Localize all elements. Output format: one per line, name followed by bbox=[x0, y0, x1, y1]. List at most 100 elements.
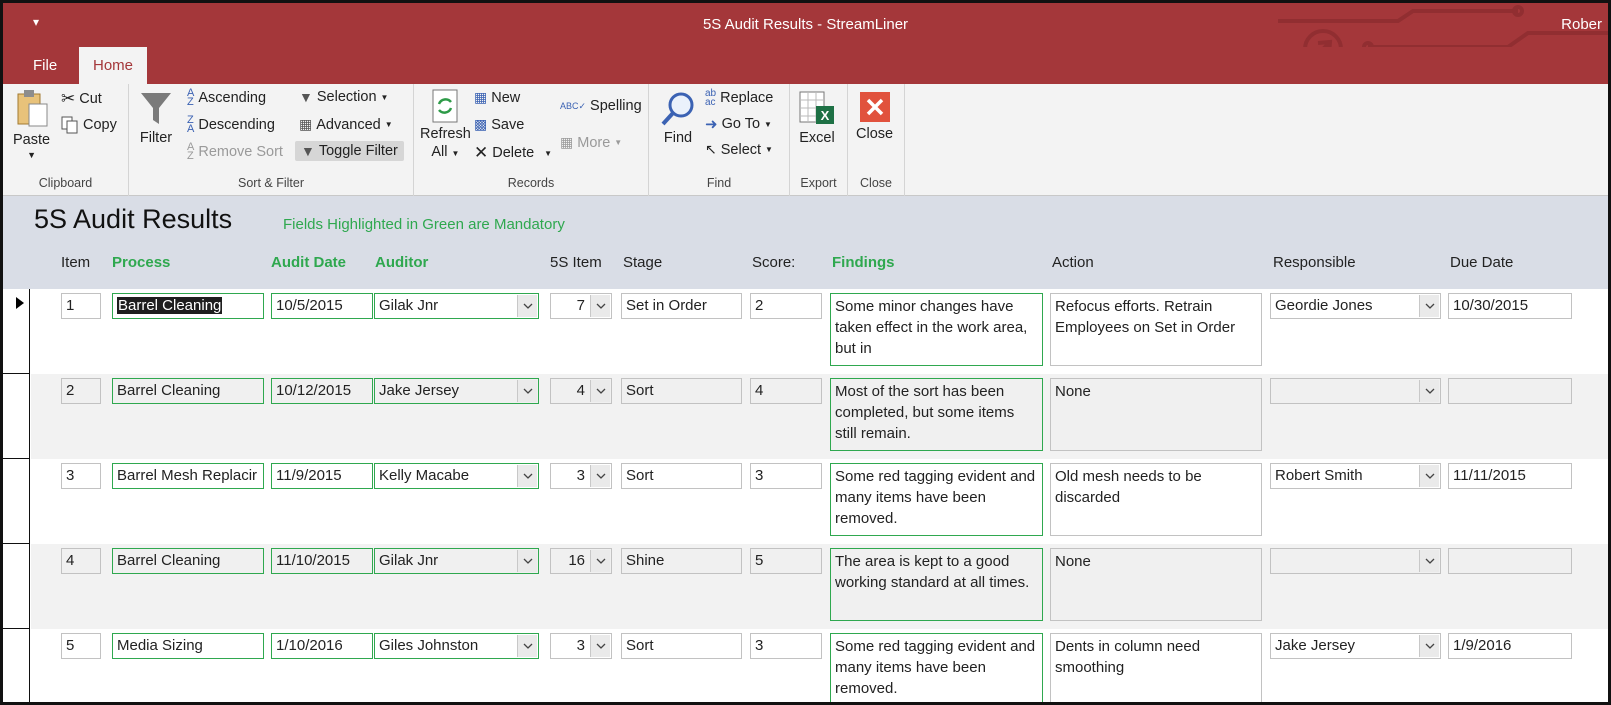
5s-item-combo[interactable]: 16 bbox=[550, 548, 612, 574]
record-selector[interactable] bbox=[3, 459, 30, 544]
responsible-combo[interactable]: Robert Smith bbox=[1270, 463, 1441, 489]
record-selector[interactable] bbox=[3, 374, 30, 459]
due-date-field[interactable] bbox=[1448, 548, 1572, 574]
auditor-combo[interactable]: Giles Johnston bbox=[374, 633, 539, 659]
new-record-button[interactable]: ▦ New bbox=[474, 89, 520, 106]
score-field[interactable]: 3 bbox=[750, 633, 822, 659]
due-date-field[interactable]: 1/9/2016 bbox=[1448, 633, 1572, 659]
responsible-dropdown-button[interactable] bbox=[1419, 295, 1439, 317]
audit-date-field[interactable]: 10/5/2015 bbox=[271, 293, 373, 319]
auditor-dropdown-button[interactable] bbox=[517, 465, 537, 487]
5s-item-combo[interactable]: 3 bbox=[550, 633, 612, 659]
process-field[interactable]: Media Sizing bbox=[112, 633, 264, 659]
replace-button[interactable]: ab ac Replace bbox=[705, 89, 773, 108]
selection-button[interactable]: ▼ Selection ▼ bbox=[299, 89, 388, 105]
audit-date-field[interactable]: 11/9/2015 bbox=[271, 463, 373, 489]
more-button[interactable]: ▦ More ▼ bbox=[560, 134, 622, 151]
findings-field[interactable]: The area is kept to a good working stand… bbox=[830, 548, 1043, 621]
auditor-dropdown-button[interactable] bbox=[517, 635, 537, 657]
toggle-filter-button[interactable]: ▼ Toggle Filter bbox=[295, 141, 404, 161]
paste-button[interactable]: Paste ▼ bbox=[13, 88, 50, 160]
due-date-field[interactable]: 10/30/2015 bbox=[1448, 293, 1572, 319]
item-field[interactable]: 4 bbox=[61, 548, 101, 574]
action-field[interactable]: Dents in column need smoothing bbox=[1050, 633, 1262, 702]
advanced-button[interactable]: ▦ Advanced ▼ bbox=[299, 116, 393, 133]
audit-date-field[interactable]: 1/10/2016 bbox=[271, 633, 373, 659]
5s-item-dropdown-button[interactable] bbox=[590, 550, 610, 572]
5s-item-dropdown-button[interactable] bbox=[590, 635, 610, 657]
record-selector[interactable] bbox=[3, 544, 30, 629]
score-field[interactable]: 5 bbox=[750, 548, 822, 574]
action-field[interactable]: Old mesh needs to be discarded bbox=[1050, 463, 1262, 536]
item-field[interactable]: 3 bbox=[61, 463, 101, 489]
spelling-button[interactable]: ABC✓ Spelling bbox=[560, 98, 642, 114]
select-button[interactable]: ↖ Select ▼ bbox=[705, 141, 773, 158]
excel-export-button[interactable]: X Excel bbox=[798, 90, 836, 146]
findings-field[interactable]: Most of the sort has been completed, but… bbox=[830, 378, 1043, 451]
findings-field[interactable]: Some red tagging evident and many items … bbox=[830, 633, 1043, 702]
find-button[interactable]: Find bbox=[659, 90, 697, 146]
cut-button[interactable]: ✂ Cut bbox=[61, 89, 102, 109]
5s-item-combo[interactable]: 4 bbox=[550, 378, 612, 404]
filter-button[interactable]: Filter bbox=[139, 90, 173, 146]
ascending-button[interactable]: AZ Ascending bbox=[187, 88, 266, 108]
descending-button[interactable]: ZA Descending bbox=[187, 115, 275, 135]
process-field[interactable]: Barrel Cleaning bbox=[112, 293, 264, 319]
save-button[interactable]: ▩ Save bbox=[474, 116, 524, 133]
auditor-dropdown-button[interactable] bbox=[517, 380, 537, 402]
due-date-field[interactable] bbox=[1448, 378, 1572, 404]
auditor-combo[interactable]: Gilak Jnr bbox=[374, 293, 539, 319]
responsible-combo[interactable] bbox=[1270, 548, 1441, 574]
stage-field[interactable]: Sort bbox=[621, 378, 742, 404]
5s-item-dropdown-button[interactable] bbox=[590, 295, 610, 317]
5s-item-combo[interactable]: 7 bbox=[550, 293, 612, 319]
score-field[interactable]: 2 bbox=[750, 293, 822, 319]
responsible-dropdown-button[interactable] bbox=[1419, 465, 1439, 487]
audit-date-field[interactable]: 10/12/2015 bbox=[271, 378, 373, 404]
copy-button[interactable]: Copy bbox=[61, 116, 117, 134]
responsible-dropdown-button[interactable] bbox=[1419, 380, 1439, 402]
record-selector[interactable] bbox=[3, 629, 30, 702]
close-button[interactable]: Close bbox=[856, 90, 893, 142]
responsible-combo[interactable]: Jake Jersey bbox=[1270, 633, 1441, 659]
tab-home[interactable]: Home bbox=[79, 47, 148, 84]
action-field[interactable]: Refocus efforts. Retrain Employees on Se… bbox=[1050, 293, 1262, 366]
item-field[interactable]: 1 bbox=[61, 293, 101, 319]
auditor-combo[interactable]: Jake Jersey bbox=[374, 378, 539, 404]
record-selector[interactable] bbox=[3, 289, 30, 374]
process-field[interactable]: Barrel Cleaning bbox=[112, 548, 264, 574]
responsible-combo[interactable]: Geordie Jones bbox=[1270, 293, 1441, 319]
5s-item-dropdown-button[interactable] bbox=[590, 465, 610, 487]
score-field[interactable]: 3 bbox=[750, 463, 822, 489]
process-field[interactable]: Barrel Mesh Replacir bbox=[112, 463, 264, 489]
score-field[interactable]: 4 bbox=[750, 378, 822, 404]
stage-field[interactable]: Sort bbox=[621, 463, 742, 489]
audit-date-field[interactable]: 11/10/2015 bbox=[271, 548, 373, 574]
tab-file[interactable]: File bbox=[19, 47, 71, 84]
stage-field[interactable]: Shine bbox=[621, 548, 742, 574]
responsible-dropdown-button[interactable] bbox=[1419, 635, 1439, 657]
responsible-combo[interactable] bbox=[1270, 378, 1441, 404]
goto-button[interactable]: ➜ Go To ▼ bbox=[705, 115, 772, 133]
remove-sort-button[interactable]: AZ Remove Sort bbox=[187, 142, 283, 162]
action-field[interactable]: None bbox=[1050, 548, 1262, 621]
item-field[interactable]: 5 bbox=[61, 633, 101, 659]
findings-field[interactable]: Some red tagging evident and many items … bbox=[830, 463, 1043, 536]
item-field[interactable]: 2 bbox=[61, 378, 101, 404]
findings-field[interactable]: Some minor changes have taken effect in … bbox=[830, 293, 1043, 366]
5s-item-dropdown-button[interactable] bbox=[590, 380, 610, 402]
auditor-combo[interactable]: Kelly Macabe bbox=[374, 463, 539, 489]
stage-field[interactable]: Sort bbox=[621, 633, 742, 659]
delete-button[interactable]: ✕ Delete ▼ bbox=[474, 143, 552, 163]
auditor-combo[interactable]: Gilak Jnr bbox=[374, 548, 539, 574]
5s-item-combo[interactable]: 3 bbox=[550, 463, 612, 489]
auditor-dropdown-button[interactable] bbox=[517, 550, 537, 572]
stage-field[interactable]: Set in Order bbox=[621, 293, 742, 319]
paste-dropdown-icon[interactable]: ▼ bbox=[27, 150, 36, 160]
process-field[interactable]: Barrel Cleaning bbox=[112, 378, 264, 404]
due-date-field[interactable]: 11/11/2015 bbox=[1448, 463, 1572, 489]
responsible-dropdown-button[interactable] bbox=[1419, 550, 1439, 572]
refresh-all-button[interactable]: Refresh All ▼ bbox=[420, 88, 471, 162]
action-field[interactable]: None bbox=[1050, 378, 1262, 451]
auditor-dropdown-button[interactable] bbox=[517, 295, 537, 317]
